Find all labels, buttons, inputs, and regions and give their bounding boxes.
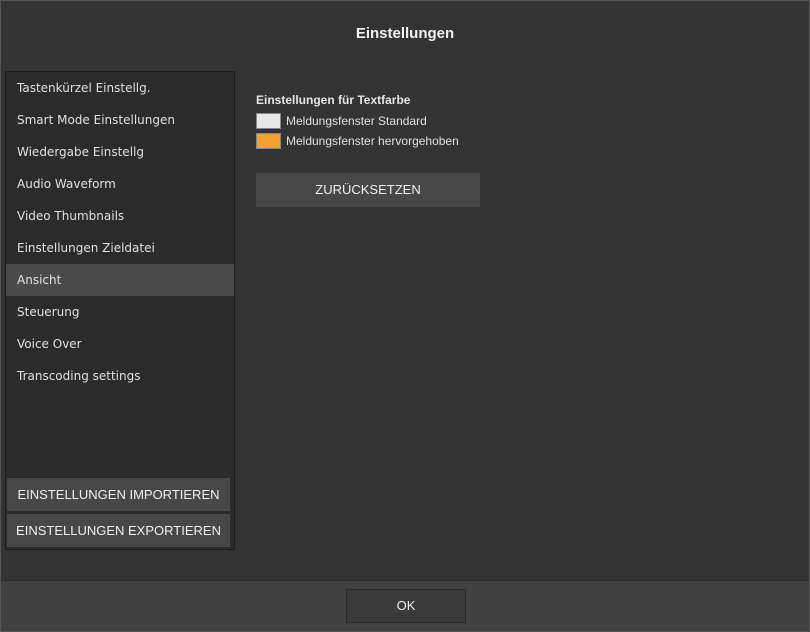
settings-dialog: Einstellungen Tastenkürzel Einstellg. Sm… (0, 0, 810, 632)
color-swatch-standard[interactable] (256, 113, 281, 129)
section-title: Einstellungen für Textfarbe (256, 93, 411, 107)
sidebar-item-playback[interactable]: Wiedergabe Einstellg (6, 136, 234, 168)
sidebar-item-smart-mode[interactable]: Smart Mode Einstellungen (6, 104, 234, 136)
sidebar-item-control[interactable]: Steuerung (6, 296, 234, 328)
sidebar-item-audio-waveform[interactable]: Audio Waveform (6, 168, 234, 200)
reset-button[interactable]: ZURÜCKSETZEN (256, 173, 480, 207)
sidebar-item-transcoding[interactable]: Transcoding settings (6, 360, 234, 392)
dialog-title: Einstellungen (355, 25, 455, 42)
color-label-highlighted: Meldungsfenster hervorgehoben (286, 134, 459, 148)
export-settings-button[interactable]: EINSTELLUNGEN EXPORTIEREN (7, 514, 230, 547)
color-row-standard: Meldungsfenster Standard (256, 111, 459, 131)
sidebar-item-video-thumbnails[interactable]: Video Thumbnails (6, 200, 234, 232)
sidebar-item-voice-over[interactable]: Voice Over (6, 328, 234, 360)
ok-button[interactable]: OK (346, 589, 466, 623)
sidebar-item-shortcuts[interactable]: Tastenkürzel Einstellg. (6, 72, 234, 104)
color-label-standard: Meldungsfenster Standard (286, 114, 427, 128)
color-row-highlighted: Meldungsfenster hervorgehoben (256, 131, 459, 151)
sidebar-item-target-file[interactable]: Einstellungen Zieldatei (6, 232, 234, 264)
settings-nav-list: Tastenkürzel Einstellg. Smart Mode Einst… (6, 72, 234, 392)
color-swatch-highlighted[interactable] (256, 133, 281, 149)
settings-sidebar: Tastenkürzel Einstellg. Smart Mode Einst… (5, 71, 235, 550)
sidebar-item-view[interactable]: Ansicht (6, 264, 234, 296)
text-color-panel: Einstellungen für Textfarbe Meldungsfens… (256, 93, 459, 151)
import-settings-button[interactable]: EINSTELLUNGEN IMPORTIEREN (7, 478, 230, 511)
dialog-footer: OK (1, 580, 809, 631)
